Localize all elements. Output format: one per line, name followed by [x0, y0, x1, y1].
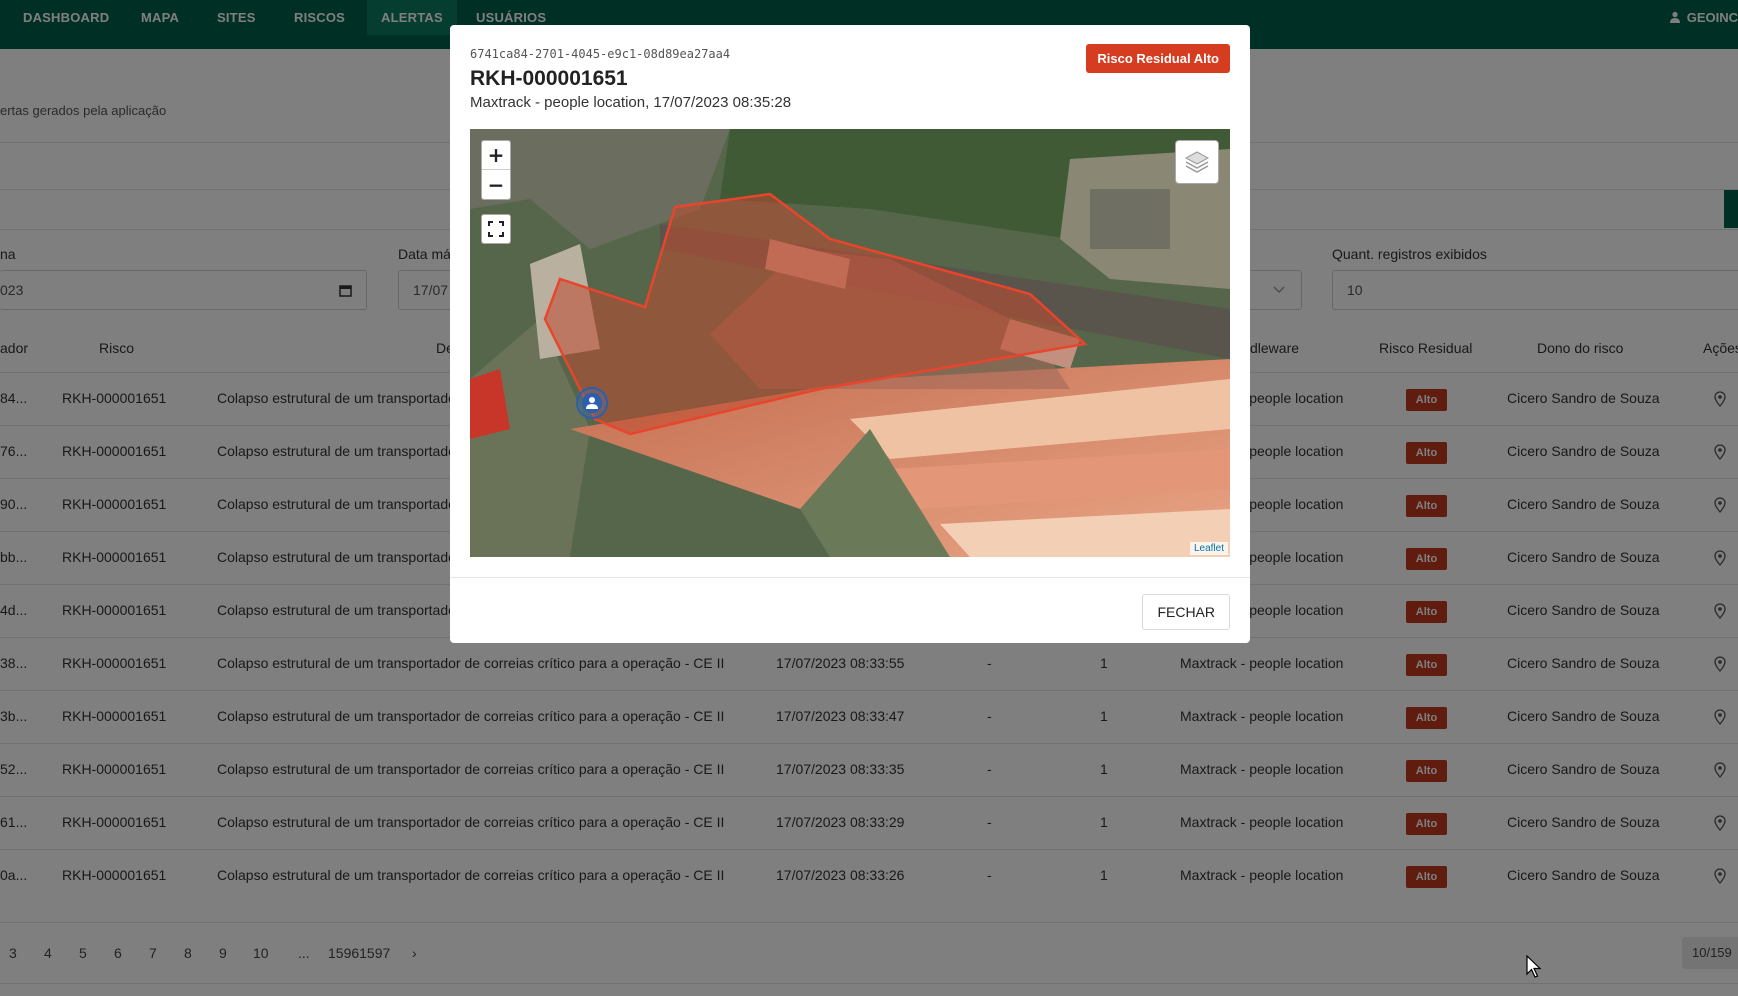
person-marker-icon[interactable]: [576, 387, 608, 419]
map-view[interactable]: + − Leaflet: [470, 129, 1230, 557]
mouse-cursor-icon: [1526, 955, 1542, 978]
modal-title: RKH-000001651: [470, 67, 628, 90]
fullscreen-icon: [488, 221, 504, 237]
layers-icon: [1184, 151, 1210, 173]
map-attribution-link[interactable]: Leaflet: [1189, 542, 1228, 555]
alert-uuid: 6741ca84-2701-4045-e9c1-08d89ea27aa4: [470, 47, 731, 61]
zoom-control: + −: [481, 140, 511, 200]
close-button[interactable]: FECHAR: [1142, 594, 1230, 630]
modal-footer-divider: [450, 577, 1250, 578]
fullscreen-button[interactable]: [481, 214, 511, 244]
layers-button[interactable]: [1175, 140, 1219, 184]
modal-subtitle: Maxtrack - people location, 17/07/2023 0…: [470, 94, 792, 111]
residual-risk-badge: Risco Residual Alto: [1086, 44, 1230, 73]
zoom-in-button[interactable]: +: [482, 141, 510, 170]
alert-modal: 6741ca84-2701-4045-e9c1-08d89ea27aa4 RKH…: [450, 25, 1250, 643]
zoom-out-button[interactable]: −: [482, 171, 510, 200]
satellite-imagery: [470, 129, 1230, 557]
